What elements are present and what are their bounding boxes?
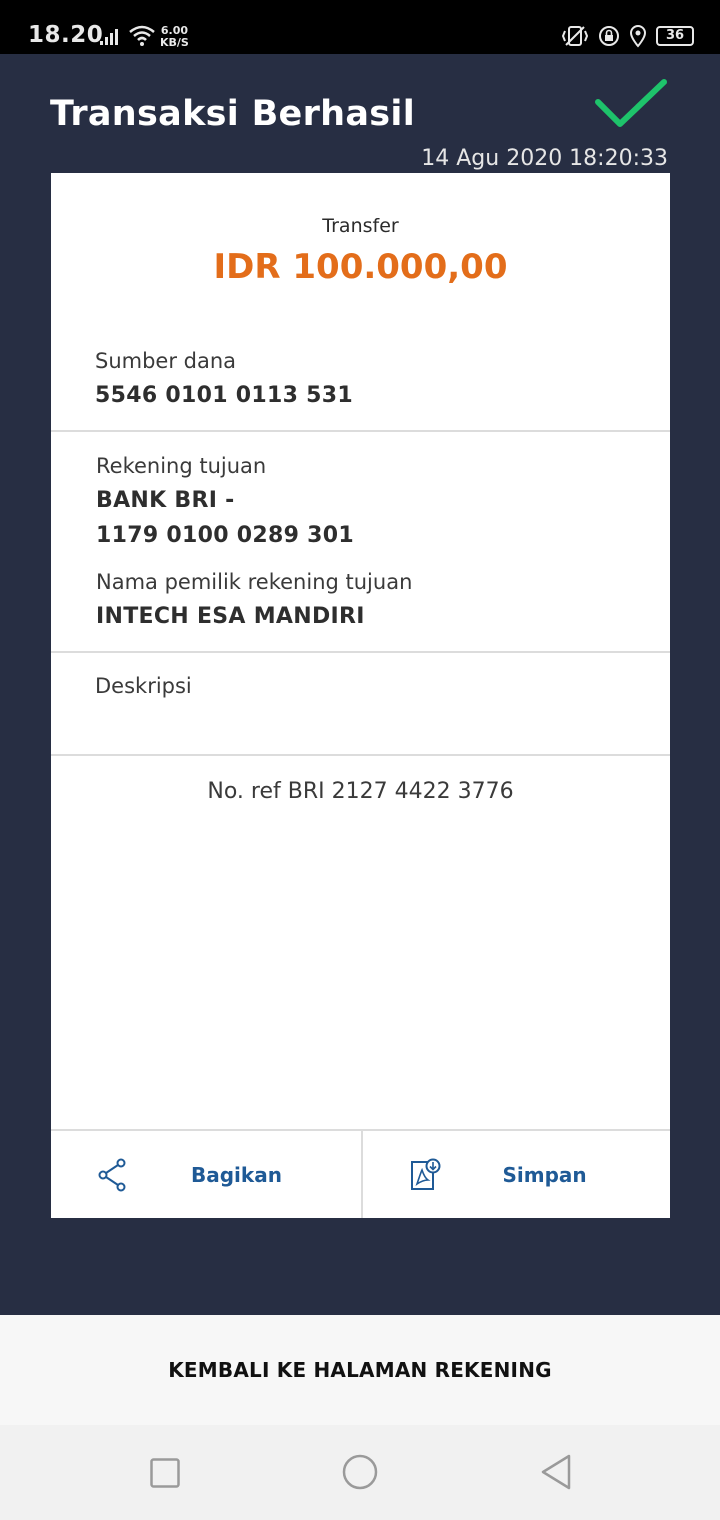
destination-label: Rekening tujuan [96, 454, 267, 478]
divider [51, 754, 670, 756]
reference-number: No. ref BRI 2127 4422 3776 [207, 779, 514, 804]
network-speed: 6.00 KB/S [160, 25, 189, 49]
share-icon [98, 1158, 126, 1192]
vibrate-icon [561, 26, 589, 46]
back-icon[interactable] [540, 1454, 572, 1490]
lock-icon [599, 26, 619, 46]
receipt-actions: Bagikan Simpan [51, 1129, 670, 1218]
share-button[interactable]: Bagikan [51, 1131, 361, 1218]
save-button[interactable]: Simpan [360, 1131, 671, 1218]
transaction-amount: IDR 100.000,00 [213, 247, 508, 287]
home-icon[interactable] [342, 1454, 378, 1490]
page-title: Transaksi Berhasil [50, 94, 416, 134]
destination-owner-label: Nama pemilik rekening tujuan [96, 570, 413, 594]
location-icon [629, 24, 647, 48]
recent-apps-icon[interactable] [150, 1458, 180, 1488]
destination-owner-value: INTECH ESA MANDIRI [96, 604, 365, 629]
receipt-card: Transfer IDR 100.000,00 Sumber dana 5546… [51, 173, 670, 1218]
share-label: Bagikan [191, 1163, 282, 1187]
source-value: 5546 0101 0113 531 [95, 383, 353, 408]
description-label: Deskripsi [95, 674, 192, 698]
status-bar: 18.20 6.00 KB/S 36 [0, 0, 720, 54]
pdf-download-icon [410, 1158, 440, 1190]
divider [51, 430, 670, 432]
back-to-account-button[interactable]: KEMBALI KE HALAMAN REKENING [0, 1315, 720, 1425]
battery-indicator: 36 [656, 26, 694, 46]
source-label: Sumber dana [95, 349, 237, 373]
back-to-account-label: KEMBALI KE HALAMAN REKENING [168, 1358, 552, 1382]
destination-account: 1179 0100 0289 301 [96, 523, 354, 548]
transaction-datetime: 14 Agu 2020 18:20:33 [421, 146, 668, 171]
check-icon [595, 79, 667, 127]
save-label: Simpan [502, 1163, 587, 1187]
divider [51, 651, 670, 653]
status-icons: 36 [560, 24, 694, 48]
status-time: 18.20 [28, 22, 104, 48]
destination-bank: BANK BRI - [96, 488, 235, 513]
wifi-icon [129, 25, 155, 46]
navigation-bar [0, 1425, 720, 1520]
transaction-type: Transfer [322, 215, 399, 237]
signal-icon [100, 29, 118, 45]
network-speed-unit: KB/S [160, 36, 189, 49]
